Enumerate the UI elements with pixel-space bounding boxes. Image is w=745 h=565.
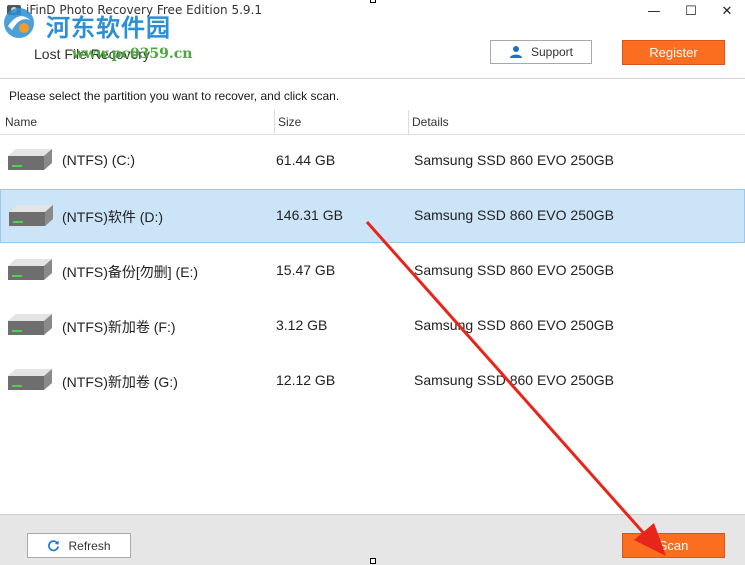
register-button-label: Register (649, 45, 698, 60)
hard-drive-icon (8, 259, 52, 280)
partition-list: (NTFS) (C:) 61.44 GB Samsung SSD 860 EVO… (0, 134, 745, 514)
partition-details: Samsung SSD 860 EVO 250GB (414, 152, 614, 168)
partition-row-selected[interactable]: (NTFS)软件 (D:) 146.31 GB Samsung SSD 860 … (0, 189, 745, 243)
refresh-button[interactable]: Refresh (27, 533, 131, 558)
support-button[interactable]: Support (490, 40, 592, 64)
hard-drive-icon (9, 205, 53, 226)
partition-size: 61.44 GB (276, 152, 336, 168)
partition-name: (NTFS)软件 (D:) (62, 209, 164, 225)
partition-row[interactable]: (NTFS)备份[勿删] (E:) 15.47 GB Samsung SSD 8… (0, 244, 745, 298)
resize-handle-bottom[interactable] (370, 558, 376, 564)
column-divider[interactable] (274, 110, 275, 134)
watermark-url: www.pc0359.cn (72, 46, 193, 62)
partition-name: (NTFS)备份[勿删] (E:) (62, 264, 199, 280)
partition-details: Samsung SSD 860 EVO 250GB (414, 317, 614, 333)
hard-drive-icon (8, 369, 52, 390)
partition-details: Samsung SSD 860 EVO 250GB (414, 262, 614, 278)
refresh-button-label: Refresh (68, 538, 111, 553)
support-button-label: Support (530, 45, 574, 59)
hard-drive-icon (8, 149, 52, 170)
partition-row[interactable]: (NTFS)新加卷 (G:) 12.12 GB Samsung SSD 860 … (0, 354, 745, 408)
partition-details: Samsung SSD 860 EVO 250GB (414, 207, 614, 223)
partition-size: 12.12 GB (276, 372, 336, 388)
column-divider[interactable] (408, 110, 409, 134)
column-header-row: Name Size Details (0, 110, 745, 135)
scan-button-label: Scan (658, 538, 689, 553)
hard-drive-icon (8, 314, 52, 335)
watermark-logo-icon (4, 8, 34, 38)
partition-row[interactable]: (NTFS) (C:) 61.44 GB Samsung SSD 860 EVO… (0, 134, 745, 188)
resize-handle-top[interactable] (370, 0, 376, 3)
refresh-icon (48, 540, 60, 552)
partition-row[interactable]: (NTFS)新加卷 (F:) 3.12 GB Samsung SSD 860 E… (0, 299, 745, 353)
instruction-bar: Please select the partition you want to … (0, 78, 745, 111)
partition-details: Samsung SSD 860 EVO 250GB (414, 372, 614, 388)
column-header-details[interactable]: Details (412, 115, 449, 129)
partition-name: (NTFS)新加卷 (G:) (62, 374, 178, 390)
partition-name: (NTFS)新加卷 (F:) (62, 319, 176, 335)
partition-size: 15.47 GB (276, 262, 336, 278)
scan-button[interactable]: Scan (622, 533, 725, 558)
user-icon (509, 46, 522, 58)
column-header-name[interactable]: Name (5, 115, 37, 129)
maximize-button[interactable]: ☐ (673, 0, 709, 22)
instruction-text: Please select the partition you want to … (9, 89, 340, 103)
close-button[interactable]: ✕ (709, 0, 745, 22)
partition-name: (NTFS) (C:) (62, 152, 136, 168)
register-button[interactable]: Register (622, 40, 725, 65)
column-header-size[interactable]: Size (278, 115, 301, 129)
partition-size: 3.12 GB (276, 317, 328, 333)
partition-size: 146.31 GB (276, 207, 343, 223)
site-watermark: 河东软件园 www.pc0359.cn (2, 4, 202, 64)
minimize-button[interactable]: — (636, 0, 672, 22)
watermark-site-name: 河东软件园 (46, 13, 171, 42)
